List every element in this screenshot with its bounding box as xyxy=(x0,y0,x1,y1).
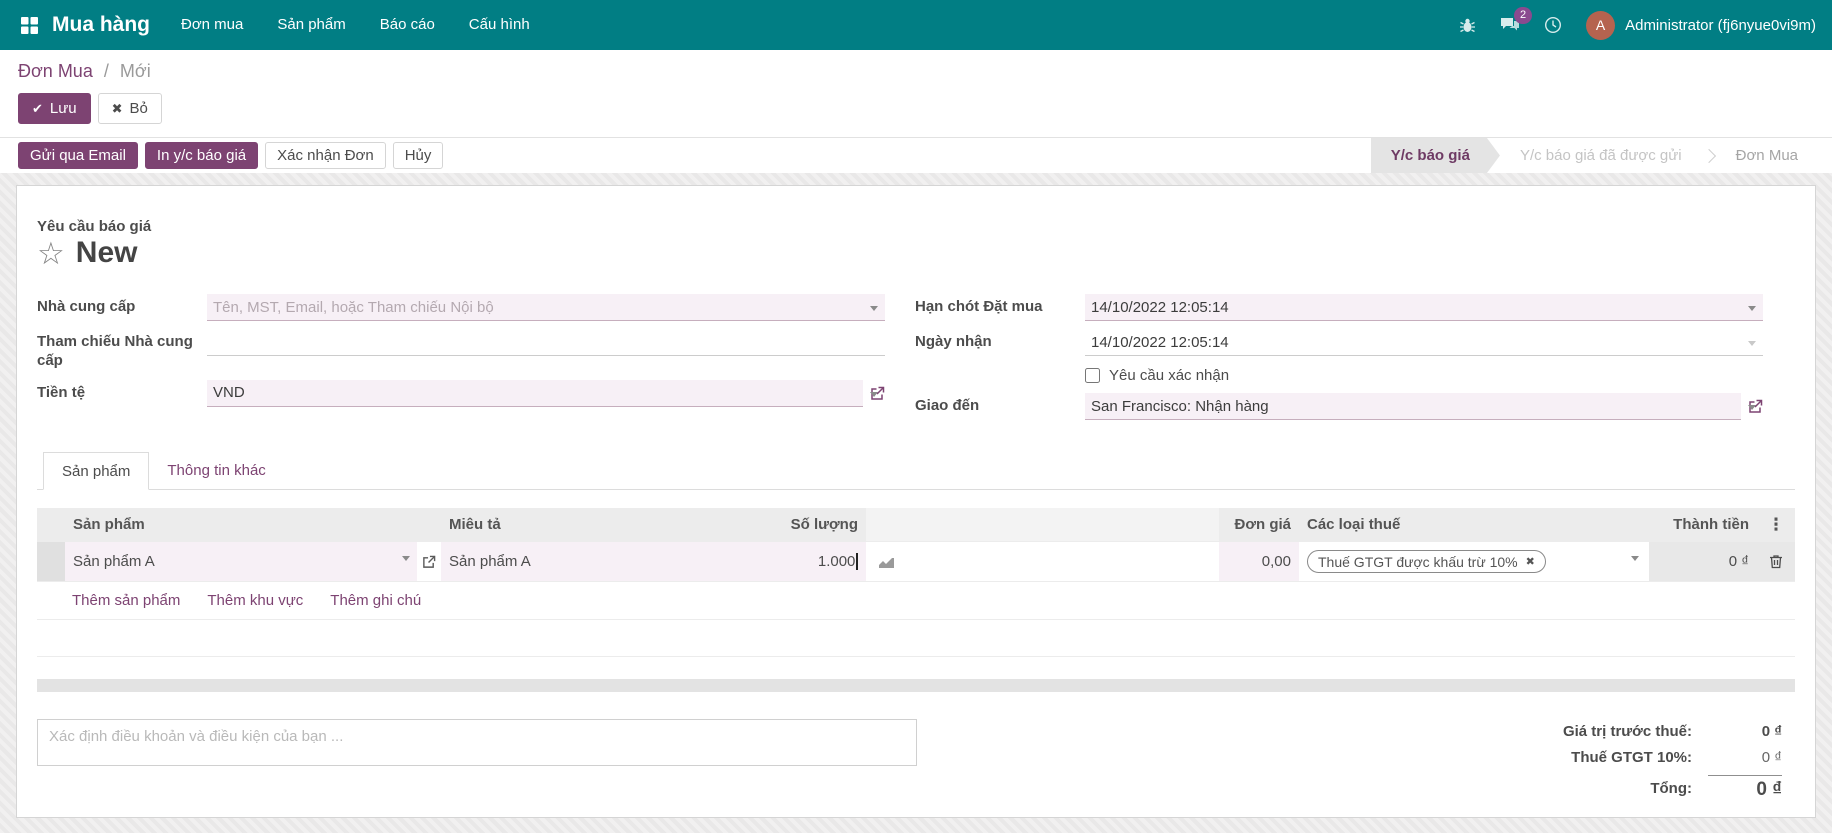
save-button[interactable]: ✔ Lưu xyxy=(18,93,91,124)
breadcrumb-parent[interactable]: Đơn Mua xyxy=(18,61,93,81)
currency-external-link-icon[interactable] xyxy=(870,386,885,401)
nav-item-cau-hinh[interactable]: Cấu hình xyxy=(452,0,547,50)
cancel-button[interactable]: Hủy xyxy=(392,142,444,169)
deliver-to-label: Giao đến xyxy=(915,397,980,414)
forecast-chart-icon[interactable] xyxy=(878,555,895,569)
quantity-cell[interactable]: 1.000 xyxy=(774,542,866,582)
order-deadline-input[interactable] xyxy=(1085,294,1763,321)
form-background: Yêu cầu báo giá ☆ New Nhà cung cấp Tham … xyxy=(0,173,1832,833)
receipt-date-input[interactable] xyxy=(1085,329,1763,356)
confirmation-label: Yêu cầu xác nhận xyxy=(1109,367,1230,384)
form-sheet: Yêu cầu báo giá ☆ New Nhà cung cấp Tham … xyxy=(16,185,1816,818)
untaxed-amount-value: 0 ₫ xyxy=(1761,723,1782,740)
row-drag-handle[interactable] xyxy=(37,542,65,582)
remove-tax-icon[interactable]: ✖ xyxy=(1526,555,1535,568)
field-column-right: Hạn chót Đặt mua Ngày nhận Yêu cầu xác n… xyxy=(915,294,1763,428)
order-deadline-label: Hạn chót Đặt mua xyxy=(915,298,1043,315)
add-note-link[interactable]: Thêm ghi chú xyxy=(330,592,421,609)
nav-item-san-pham[interactable]: Sản phẩm xyxy=(260,0,362,50)
nav-item-bao-cao[interactable]: Báo cáo xyxy=(363,0,452,50)
text-cursor xyxy=(856,553,858,570)
favorite-star-icon[interactable]: ☆ xyxy=(37,238,65,269)
total-value: 0 ₫ xyxy=(1708,775,1782,801)
print-rfq-button[interactable]: In y/c báo giá xyxy=(144,142,259,169)
top-navbar: Mua hàng Đơn mua Sản phẩm Báo cáo Cấu hì… xyxy=(0,0,1832,50)
tab-thong-tin-khac[interactable]: Thông tin khác xyxy=(149,452,283,489)
horizontal-scrollbar[interactable] xyxy=(37,679,1795,692)
optional-columns-icon[interactable]: ⋮ xyxy=(1768,515,1785,535)
form-subtitle: Yêu cầu báo giá xyxy=(37,218,152,235)
messages-icon[interactable]: 2 xyxy=(1500,7,1533,34)
confirm-order-button[interactable]: Xác nhận Đơn xyxy=(265,142,386,169)
vendor-label: Nhà cung cấp xyxy=(37,298,136,315)
header-taxes: Các loại thuế xyxy=(1299,508,1649,542)
subtotal-cell: 0 ₫ xyxy=(1649,542,1757,582)
confirmation-checkbox[interactable] xyxy=(1085,368,1100,383)
tax-amount-value: 0 ₫ xyxy=(1761,749,1782,766)
state-purchase-order[interactable]: Đơn Mua xyxy=(1716,138,1818,173)
table-header-row: Sản phẩm Miêu tả Số lượng Đơn giá Các lo… xyxy=(37,508,1795,542)
untaxed-amount-label: Giá trị trước thuế: xyxy=(1562,723,1692,740)
chevron-down-icon xyxy=(402,556,410,561)
header-subtotal: Thành tiền xyxy=(1649,508,1757,542)
table-empty-area xyxy=(37,620,1795,657)
vendor-reference-label: Tham chiếu Nhà cung cấp xyxy=(37,333,193,369)
deliver-to-input[interactable] xyxy=(1085,393,1741,420)
header-quantity: Số lượng xyxy=(774,508,866,542)
message-count-badge: 2 xyxy=(1513,7,1533,24)
tax-tag: Thuế GTGT được khấu trừ 10% ✖ xyxy=(1307,550,1546,573)
product-cell[interactable]: Sản phẩm A xyxy=(65,542,417,582)
user-avatar[interactable]: A xyxy=(1586,10,1616,40)
vendor-input[interactable] xyxy=(207,294,885,321)
debug-bug-icon[interactable] xyxy=(1459,17,1476,34)
order-lines-table: Sản phẩm Miêu tả Số lượng Đơn giá Các lo… xyxy=(37,508,1795,657)
chevron-down-icon xyxy=(1631,556,1639,561)
breadcrumb: Đơn Mua / Mới xyxy=(18,61,1832,82)
totals-summary: Giá trị trước thuế: 0 ₫ Thuế GTGT 10%: 0… xyxy=(1563,723,1782,801)
product-external-link-icon[interactable] xyxy=(417,542,441,582)
state-pipeline: Y/c báo giá Y/c báo giá đã được gửi Đơn … xyxy=(1371,138,1818,173)
header-description: Miêu tả xyxy=(441,508,774,542)
description-cell[interactable]: Sản phẩm A xyxy=(441,542,774,582)
state-rfq-sent[interactable]: Y/c báo giá đã được gửi xyxy=(1500,138,1702,173)
notebook-tabs: Sản phẩm Thông tin khác xyxy=(37,452,1795,490)
app-name[interactable]: Mua hàng xyxy=(52,13,150,37)
breadcrumb-separator: / xyxy=(103,61,109,81)
terms-notes-input[interactable] xyxy=(37,719,917,766)
tax-amount-label: Thuế GTGT 10%: xyxy=(1571,749,1692,766)
field-column-left: Nhà cung cấp Tham chiếu Nhà cung cấp Tiề… xyxy=(37,294,885,428)
deliver-to-external-link-icon[interactable] xyxy=(1748,399,1763,414)
document-title: New xyxy=(75,236,138,269)
send-by-email-button[interactable]: Gửi qua Email xyxy=(18,142,138,169)
tab-san-pham[interactable]: Sản phẩm xyxy=(43,452,150,490)
vendor-reference-input[interactable] xyxy=(207,329,885,356)
receipt-date-label: Ngày nhận xyxy=(915,333,992,350)
state-rfq[interactable]: Y/c báo giá xyxy=(1371,138,1500,173)
breadcrumb-current: Mới xyxy=(119,61,151,81)
nav-item-don-mua[interactable]: Đơn mua xyxy=(164,0,260,50)
control-panel: Đơn Mua / Mới ✔ Lưu ✖ Bỏ xyxy=(0,50,1832,137)
delete-line-icon[interactable] xyxy=(1769,554,1783,569)
chevron-right-icon xyxy=(1701,148,1716,163)
header-unit-price: Đơn giá xyxy=(1219,508,1299,542)
check-icon: ✔ xyxy=(32,100,43,116)
line-add-links: Thêm sản phẩm Thêm khu vực Thêm ghi chú xyxy=(37,582,1795,620)
unit-price-cell[interactable]: 0,00 xyxy=(1219,542,1299,582)
user-menu[interactable]: Administrator (fj6nyue0vi9m) xyxy=(1625,17,1816,34)
discard-button[interactable]: ✖ Bỏ xyxy=(97,93,162,124)
add-product-link[interactable]: Thêm sản phẩm xyxy=(72,592,180,609)
activities-clock-icon[interactable] xyxy=(1544,16,1562,34)
close-icon: ✖ xyxy=(111,100,123,116)
currency-input[interactable] xyxy=(207,379,863,407)
total-label: Tổng: xyxy=(1650,780,1692,797)
statusbar: Gửi qua Email In y/c báo giá Xác nhận Đơ… xyxy=(0,137,1832,173)
apps-menu-icon[interactable] xyxy=(12,0,46,50)
currency-label: Tiền tệ xyxy=(37,383,86,401)
header-product: Sản phẩm xyxy=(65,508,417,542)
add-section-link[interactable]: Thêm khu vực xyxy=(207,592,303,609)
taxes-cell[interactable]: Thuế GTGT được khấu trừ 10% ✖ xyxy=(1299,542,1649,582)
order-line-row: Sản phẩm A Sản phẩm A 1.000 0,00 Thuế GT… xyxy=(37,542,1795,582)
